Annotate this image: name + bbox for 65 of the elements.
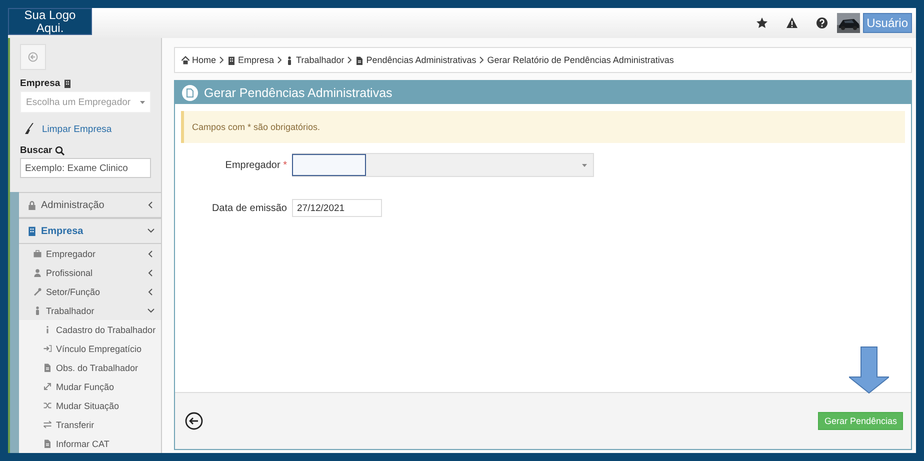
back-arrow-icon (28, 52, 38, 62)
warning-icon[interactable] (786, 17, 798, 29)
shuffle-icon (43, 401, 52, 410)
building-icon (227, 56, 236, 64)
logo-text: Sua Logo Aqui. (8, 8, 92, 35)
chevron-right-icon (219, 56, 224, 64)
field-label: Buscar (20, 145, 52, 156)
lock-icon (27, 200, 37, 210)
breadcrumb-link[interactable]: Empresa (227, 55, 274, 65)
expand-icon (43, 382, 52, 391)
field-label: Empresa (20, 78, 60, 89)
broom-icon (24, 123, 34, 135)
arrow-icon (849, 346, 889, 394)
building-icon (63, 79, 72, 88)
chevron-right-icon (277, 56, 282, 64)
file-icon (43, 439, 52, 448)
menu-item[interactable]: Mudar Situação (19, 396, 161, 415)
menu-item[interactable]: Setor/Função (19, 282, 161, 301)
home-icon (181, 56, 190, 64)
search-field[interactable]: Exemplo: Exame Clinico (20, 158, 151, 178)
file-icon (355, 56, 364, 64)
menu-item[interactable]: Empresa (19, 218, 161, 244)
exchange-icon (43, 420, 52, 429)
menu-item[interactable]: Cadastro do Trabalhador (19, 320, 161, 339)
menu-item[interactable]: Trabalhador (19, 301, 161, 320)
field-label: Data de emissão (210, 202, 287, 214)
file-icon (43, 363, 52, 372)
caret-icon (582, 164, 587, 166)
menu-item[interactable]: Mudar Função (19, 377, 161, 396)
menu-item[interactable]: Informar CAT (19, 434, 161, 453)
help-icon[interactable] (816, 17, 828, 29)
menu-item[interactable]: Obs. do Trabalhador (19, 358, 161, 377)
briefcase-icon (33, 249, 42, 258)
chevron-left-icon (147, 268, 155, 276)
menu-item[interactable]: Transferir (19, 415, 161, 434)
caret-icon (140, 100, 145, 104)
breadcrumb-link[interactable]: Trabalhador (285, 55, 344, 65)
panel-title: Gerar Pendências Administrativas (204, 86, 392, 100)
chevron-right-icon (479, 56, 484, 64)
menu-item[interactable]: Administração (19, 192, 161, 218)
breadcrumb-link[interactable]: Pendências Administrativas (355, 55, 476, 65)
clear-company-link[interactable]: Limpar Empresa (42, 124, 112, 134)
search-icon (55, 146, 66, 156)
star-icon[interactable] (756, 17, 768, 29)
breadcrumb-link[interactable]: Gerar Relatório de Pendências Administrativas (487, 55, 674, 65)
chevron-left-icon (147, 201, 155, 209)
menu-item[interactable]: Vínculo Empregatício (19, 339, 161, 358)
chevron-left-icon (147, 288, 155, 296)
chevron-right-icon (347, 56, 352, 64)
date-field[interactable]: 27/12/2021 (292, 199, 382, 217)
chevron-left-icon (147, 250, 155, 258)
person-icon (33, 268, 42, 277)
chevron-down-icon (147, 227, 155, 235)
employer-select[interactable] (292, 153, 594, 177)
document-icon (182, 84, 198, 100)
notice-text: Campos com * são obrigatórios. (181, 111, 905, 143)
menu-item[interactable]: Profissional (19, 263, 161, 282)
chevron-down-icon (147, 306, 155, 314)
building-icon (27, 226, 37, 236)
breadcrumb-link[interactable]: Home (181, 55, 216, 65)
wrench-icon (33, 287, 42, 296)
person-icon (33, 306, 42, 315)
sign-in-icon (43, 344, 52, 353)
menu-item[interactable]: Empregador (19, 244, 161, 263)
field-label: Empregador * (224, 160, 287, 170)
